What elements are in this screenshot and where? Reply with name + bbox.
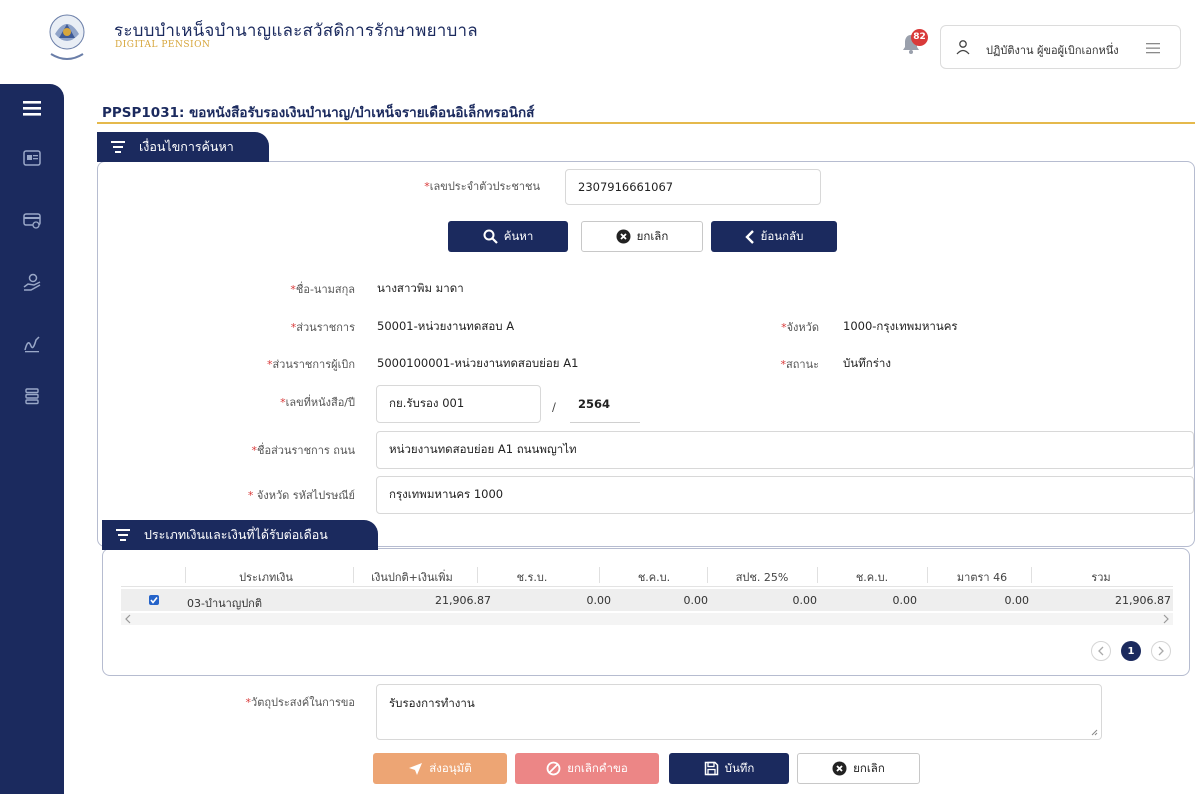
cancel-button[interactable]: ยกเลิก <box>797 753 920 784</box>
app-subtitle: DIGITAL PENSION <box>115 40 211 50</box>
province-value: 1000-กรุงเทพมหานคร <box>843 319 958 333</box>
payment-section-tab: ประเภทเงินและเงินที่ได้รับต่อเดือน <box>102 520 378 550</box>
title-underline <box>97 122 1195 124</box>
close-circle-icon <box>616 229 631 244</box>
status-value: บันทึกร่าง <box>843 356 891 370</box>
table-header: ประเภทเงิน เงินปกติ+เงินเพิ่ม ช.ร.บ. ช.ค… <box>121 563 1173 587</box>
column-header[interactable]: ช.ร.บ. <box>477 568 587 586</box>
fullname-value: นางสาวพิม มาดา <box>377 281 464 295</box>
horizontal-scrollbar[interactable] <box>121 613 1173 625</box>
sidebar <box>0 84 64 794</box>
filter-icon <box>111 141 125 153</box>
agency-road-input[interactable]: หน่วยงานทดสอบย่อย A1 ถนนพญาไท <box>376 431 1194 469</box>
save-button[interactable]: บันทึก <box>669 753 789 784</box>
user-icon <box>956 40 970 55</box>
resize-handle-icon[interactable] <box>1091 729 1098 736</box>
signature-icon[interactable] <box>22 334 42 354</box>
agency-value: 50001-หน่วยงานทดสอบ A <box>377 319 515 333</box>
citizen-id-input[interactable]: 2307916661067 <box>565 169 821 205</box>
submit-approval-button[interactable]: ส่งอนุมัติ <box>373 753 507 784</box>
column-header[interactable]: ประเภทเงิน <box>191 568 341 586</box>
cancel-request-label: ยกเลิกคำขอ <box>567 760 628 775</box>
send-icon <box>409 762 423 775</box>
chevron-right-icon <box>1158 646 1164 656</box>
fullname-label: *ชื่อ-นามสกุล <box>290 283 355 296</box>
search-button-label: ค้นหา <box>503 228 534 243</box>
citizen-id-label: *เลขประจำตัวประชาชน <box>424 180 540 193</box>
doc-no-input[interactable]: กย.รับรอง 001 <box>376 385 541 423</box>
pager-current-page[interactable]: 1 <box>1121 641 1141 661</box>
search-icon <box>483 229 498 244</box>
cell-value: 0.00 <box>586 594 612 607</box>
province-zip-label: * จังหวัด รหัสไปรษณีย์ <box>247 489 355 502</box>
doc-year-underline <box>570 422 640 423</box>
paying-agency-value: 5000100001-หน่วยงานทดสอบย่อย A1 <box>377 356 579 370</box>
cell-type: 03-บำนาญปกติ <box>187 597 262 610</box>
scroll-right-icon[interactable] <box>1162 614 1170 624</box>
province-label: *จังหวัด <box>781 321 819 334</box>
user-name: ปฏิบัติงาน ผู้ขอผู้เบิกเอกหนึ่ง <box>986 44 1119 57</box>
payment-icon[interactable] <box>22 210 42 230</box>
payment-section-title: ประเภทเงินและเงินที่ได้รับต่อเดือน <box>144 527 328 542</box>
doc-no-label: *เลขที่หนังสือ/ปี <box>280 396 355 409</box>
cancel-search-button[interactable]: ยกเลิก <box>581 221 703 252</box>
doc-separator: / <box>552 400 556 414</box>
cancel-button-label: ยกเลิก <box>853 760 885 775</box>
notification-badge[interactable]: 82 <box>911 29 928 46</box>
column-header[interactable]: สปช. 25% <box>707 568 817 586</box>
cell-value: 0.00 <box>1004 594 1030 607</box>
paying-agency-label: *ส่วนราชการผู้เบิก <box>266 358 355 371</box>
back-button[interactable]: ย้อนกลับ <box>711 221 837 252</box>
save-button-label: บันทึก <box>724 760 755 775</box>
top-header: ระบบบำเหน็จบำนาญและสวัสดิการรักษาพยาบาล … <box>0 0 1203 84</box>
user-menu[interactable]: ปฏิบัติงาน ผู้ขอผู้เบิกเอกหนึ่ง <box>940 25 1181 69</box>
column-header[interactable]: ช.ค.บ. <box>817 568 927 586</box>
cell-value: 0.00 <box>792 594 818 607</box>
search-button[interactable]: ค้นหา <box>448 221 568 252</box>
id-card-icon[interactable] <box>22 148 42 168</box>
province-zip-input[interactable]: กรุงเทพมหานคร 1000 <box>376 476 1194 514</box>
hand-money-icon[interactable] <box>22 272 42 292</box>
doc-year-input[interactable]: 2564 <box>578 397 610 411</box>
submit-approval-label: ส่งอนุมัติ <box>429 760 472 775</box>
table-row[interactable]: 03-บำนาญปกติ 21,906.87 0.00 0.00 0.00 0.… <box>121 589 1173 611</box>
chevron-left-icon <box>1098 646 1104 656</box>
cell-value: 21,906.87 <box>435 594 491 607</box>
cancel-search-button-label: ยกเลิก <box>636 228 669 243</box>
purpose-label: *วัตถุประสงค์ในการขอ <box>245 696 355 709</box>
pager-prev-button[interactable] <box>1091 641 1111 661</box>
department-logo <box>49 14 85 60</box>
agency-label: *ส่วนราชการ <box>290 321 355 334</box>
back-button-label: ย้อนกลับ <box>760 228 804 243</box>
row-checkbox[interactable] <box>149 595 159 605</box>
search-section-title: เงื่อนไขการค้นหา <box>139 139 234 154</box>
column-header[interactable]: ช.ค.บ. <box>599 568 709 586</box>
user-menu-hamburger-icon[interactable] <box>1146 42 1160 54</box>
purpose-value: รับรองการทำงาน <box>389 696 475 710</box>
agency-road-label: *ชื่อส่วนราชการ ถนน <box>251 444 355 457</box>
filter-icon <box>116 529 130 541</box>
cell-value: 0.00 <box>892 594 918 607</box>
search-section-tab: เงื่อนไขการค้นหา <box>97 132 269 162</box>
save-icon <box>704 761 718 776</box>
column-header[interactable]: มาตรา 46 <box>927 568 1037 586</box>
ban-icon <box>546 761 561 776</box>
column-header[interactable]: รวม <box>1031 568 1171 586</box>
scroll-left-icon[interactable] <box>124 614 132 624</box>
sidebar-toggle-button[interactable] <box>0 84 64 132</box>
pager-next-button[interactable] <box>1151 641 1171 661</box>
cell-value: 21,906.87 <box>1115 594 1171 607</box>
status-label: *สถานะ <box>780 358 819 371</box>
close-circle-icon <box>832 761 847 776</box>
list-icon[interactable] <box>22 386 42 406</box>
menu-icon <box>23 100 41 116</box>
page-title: PPSP1031: ขอหนังสือรับรองเงินบำนาญ/บำเหน… <box>102 105 535 121</box>
column-header[interactable]: เงินปกติ+เงินเพิ่ม <box>353 568 471 586</box>
cancel-request-button[interactable]: ยกเลิกคำขอ <box>515 753 659 784</box>
cell-value: 0.00 <box>683 594 709 607</box>
purpose-textarea[interactable]: รับรองการทำงาน <box>376 684 1102 740</box>
chevron-left-icon <box>744 229 754 244</box>
check-icon <box>150 597 158 604</box>
